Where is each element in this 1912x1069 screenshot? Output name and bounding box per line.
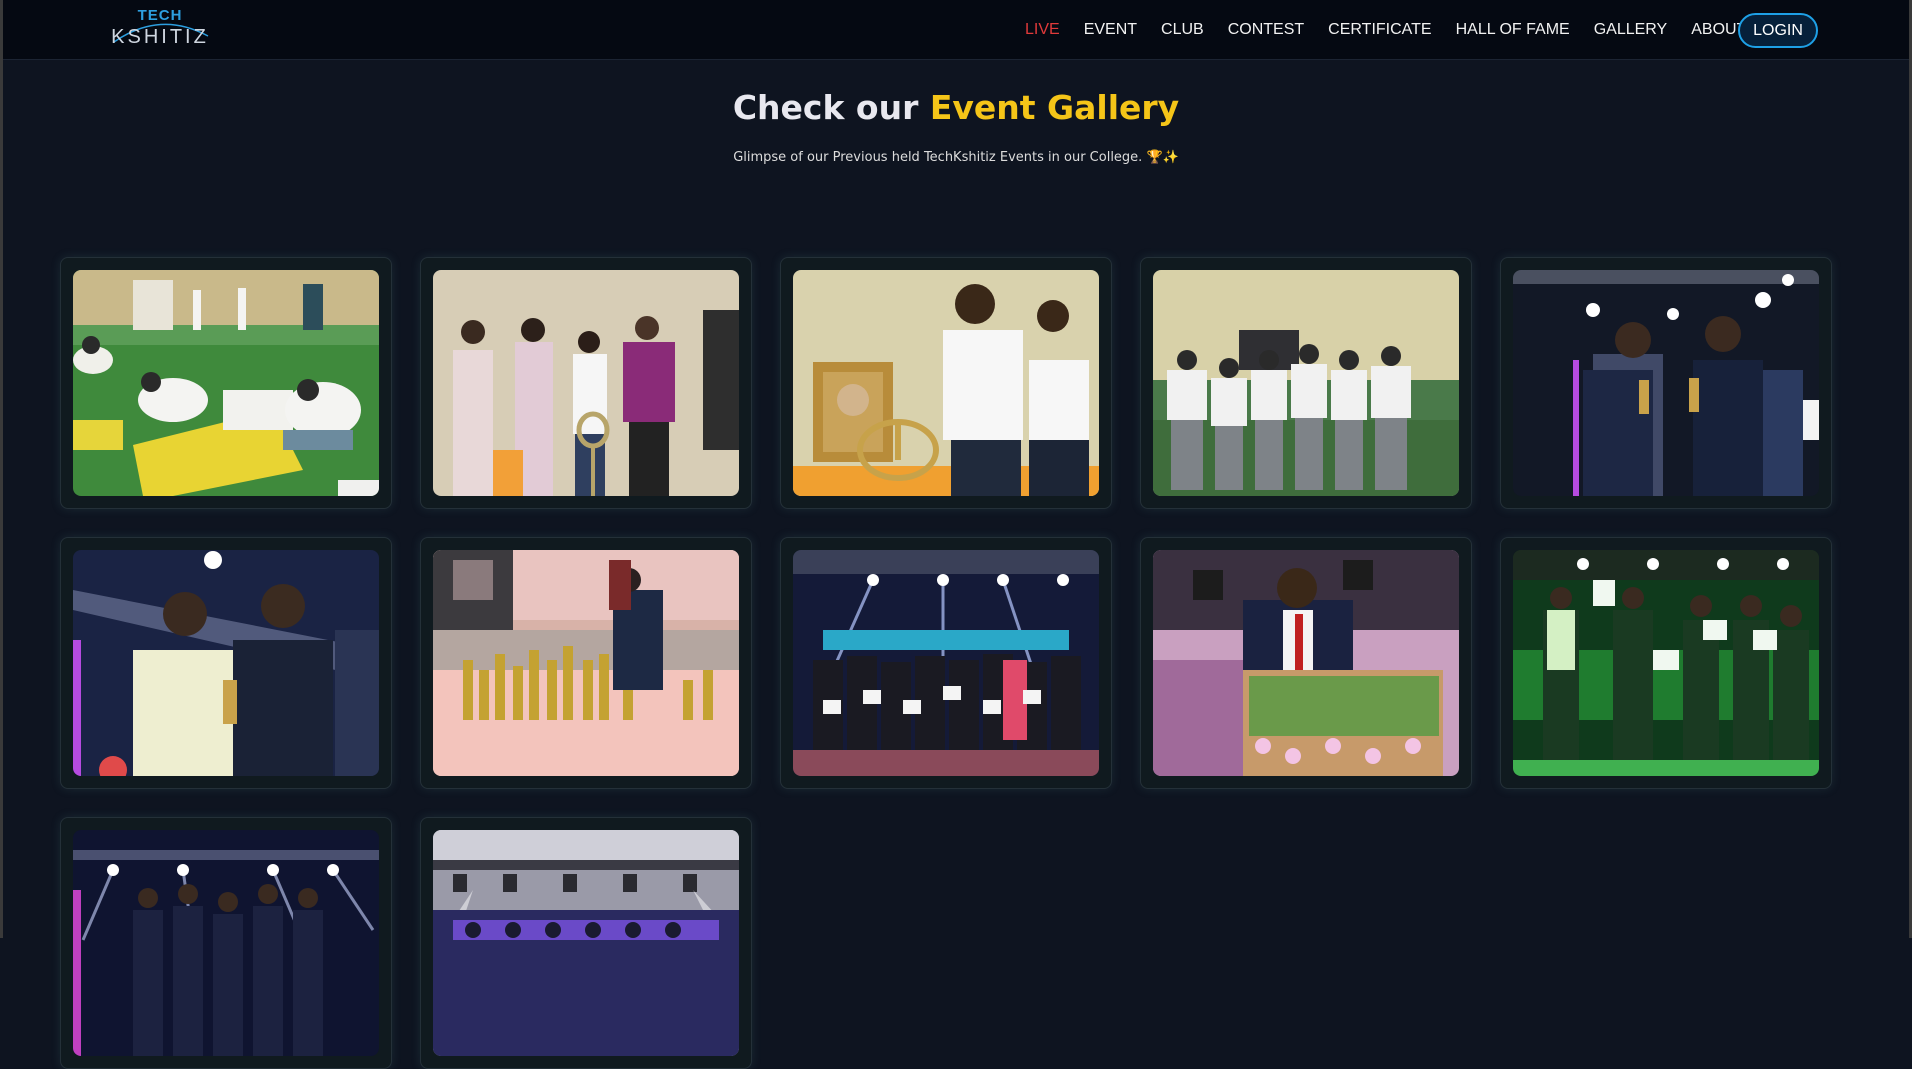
- nav-link-live[interactable]: LIVE: [1025, 21, 1060, 39]
- gallery-card[interactable]: [60, 817, 392, 1069]
- gallery-photo: [73, 270, 379, 496]
- gallery-card[interactable]: [420, 257, 752, 509]
- techkshitiz-logo[interactable]: TECH KSHITIZ: [108, 6, 212, 50]
- gallery-card[interactable]: [420, 817, 752, 1069]
- gallery-card[interactable]: [420, 537, 752, 789]
- nav-links: LIVE EVENT CLUB CONTEST CERTIFICATE HALL…: [1025, 0, 1770, 60]
- nav-link-certificate[interactable]: CERTIFICATE: [1328, 21, 1431, 39]
- gallery-photo: [433, 550, 739, 776]
- page-title-prefix: Check our: [732, 88, 930, 127]
- gallery-card[interactable]: [1140, 537, 1472, 789]
- nav-link-hall-of-fame[interactable]: HALL OF FAME: [1456, 21, 1570, 39]
- gallery-photo: [433, 830, 739, 1056]
- gallery-card[interactable]: [780, 257, 1112, 509]
- logo-text-top: TECH: [137, 7, 183, 24]
- gallery-photo: [1153, 270, 1459, 496]
- event-gallery-grid: [60, 257, 1840, 1069]
- gallery-photo: [1513, 270, 1819, 496]
- navbar: TECH KSHITIZ LIVE EVENT CLUB CONTEST CER…: [0, 0, 1912, 60]
- nav-link-club[interactable]: CLUB: [1161, 21, 1204, 39]
- gallery-card[interactable]: [1500, 257, 1832, 509]
- gallery-photo: [1513, 550, 1819, 776]
- logo-text-bottom: KSHITIZ: [111, 26, 209, 48]
- gallery-card[interactable]: [60, 257, 392, 509]
- gallery-photo: [793, 270, 1099, 496]
- gallery-card[interactable]: [780, 537, 1112, 789]
- page-title-accent: Event Gallery: [929, 88, 1180, 127]
- page-title: Check our Event Gallery: [0, 86, 1912, 130]
- gallery-card[interactable]: [1140, 257, 1472, 509]
- gallery-photo: [73, 550, 379, 776]
- gallery-card[interactable]: [60, 537, 392, 789]
- gallery-photo: [1153, 550, 1459, 776]
- gallery-photo: [793, 550, 1099, 776]
- nav-link-contest[interactable]: CONTEST: [1228, 21, 1304, 39]
- gallery-photo: [433, 270, 739, 496]
- page-subtitle: Glimpse of our Previous held TechKshitiz…: [733, 150, 1179, 165]
- nav-link-gallery[interactable]: GALLERY: [1594, 21, 1668, 39]
- login-button[interactable]: LOGIN: [1738, 13, 1818, 48]
- nav-link-event[interactable]: EVENT: [1084, 21, 1137, 39]
- gallery-photo: [73, 830, 379, 1056]
- gallery-card[interactable]: [1500, 537, 1832, 789]
